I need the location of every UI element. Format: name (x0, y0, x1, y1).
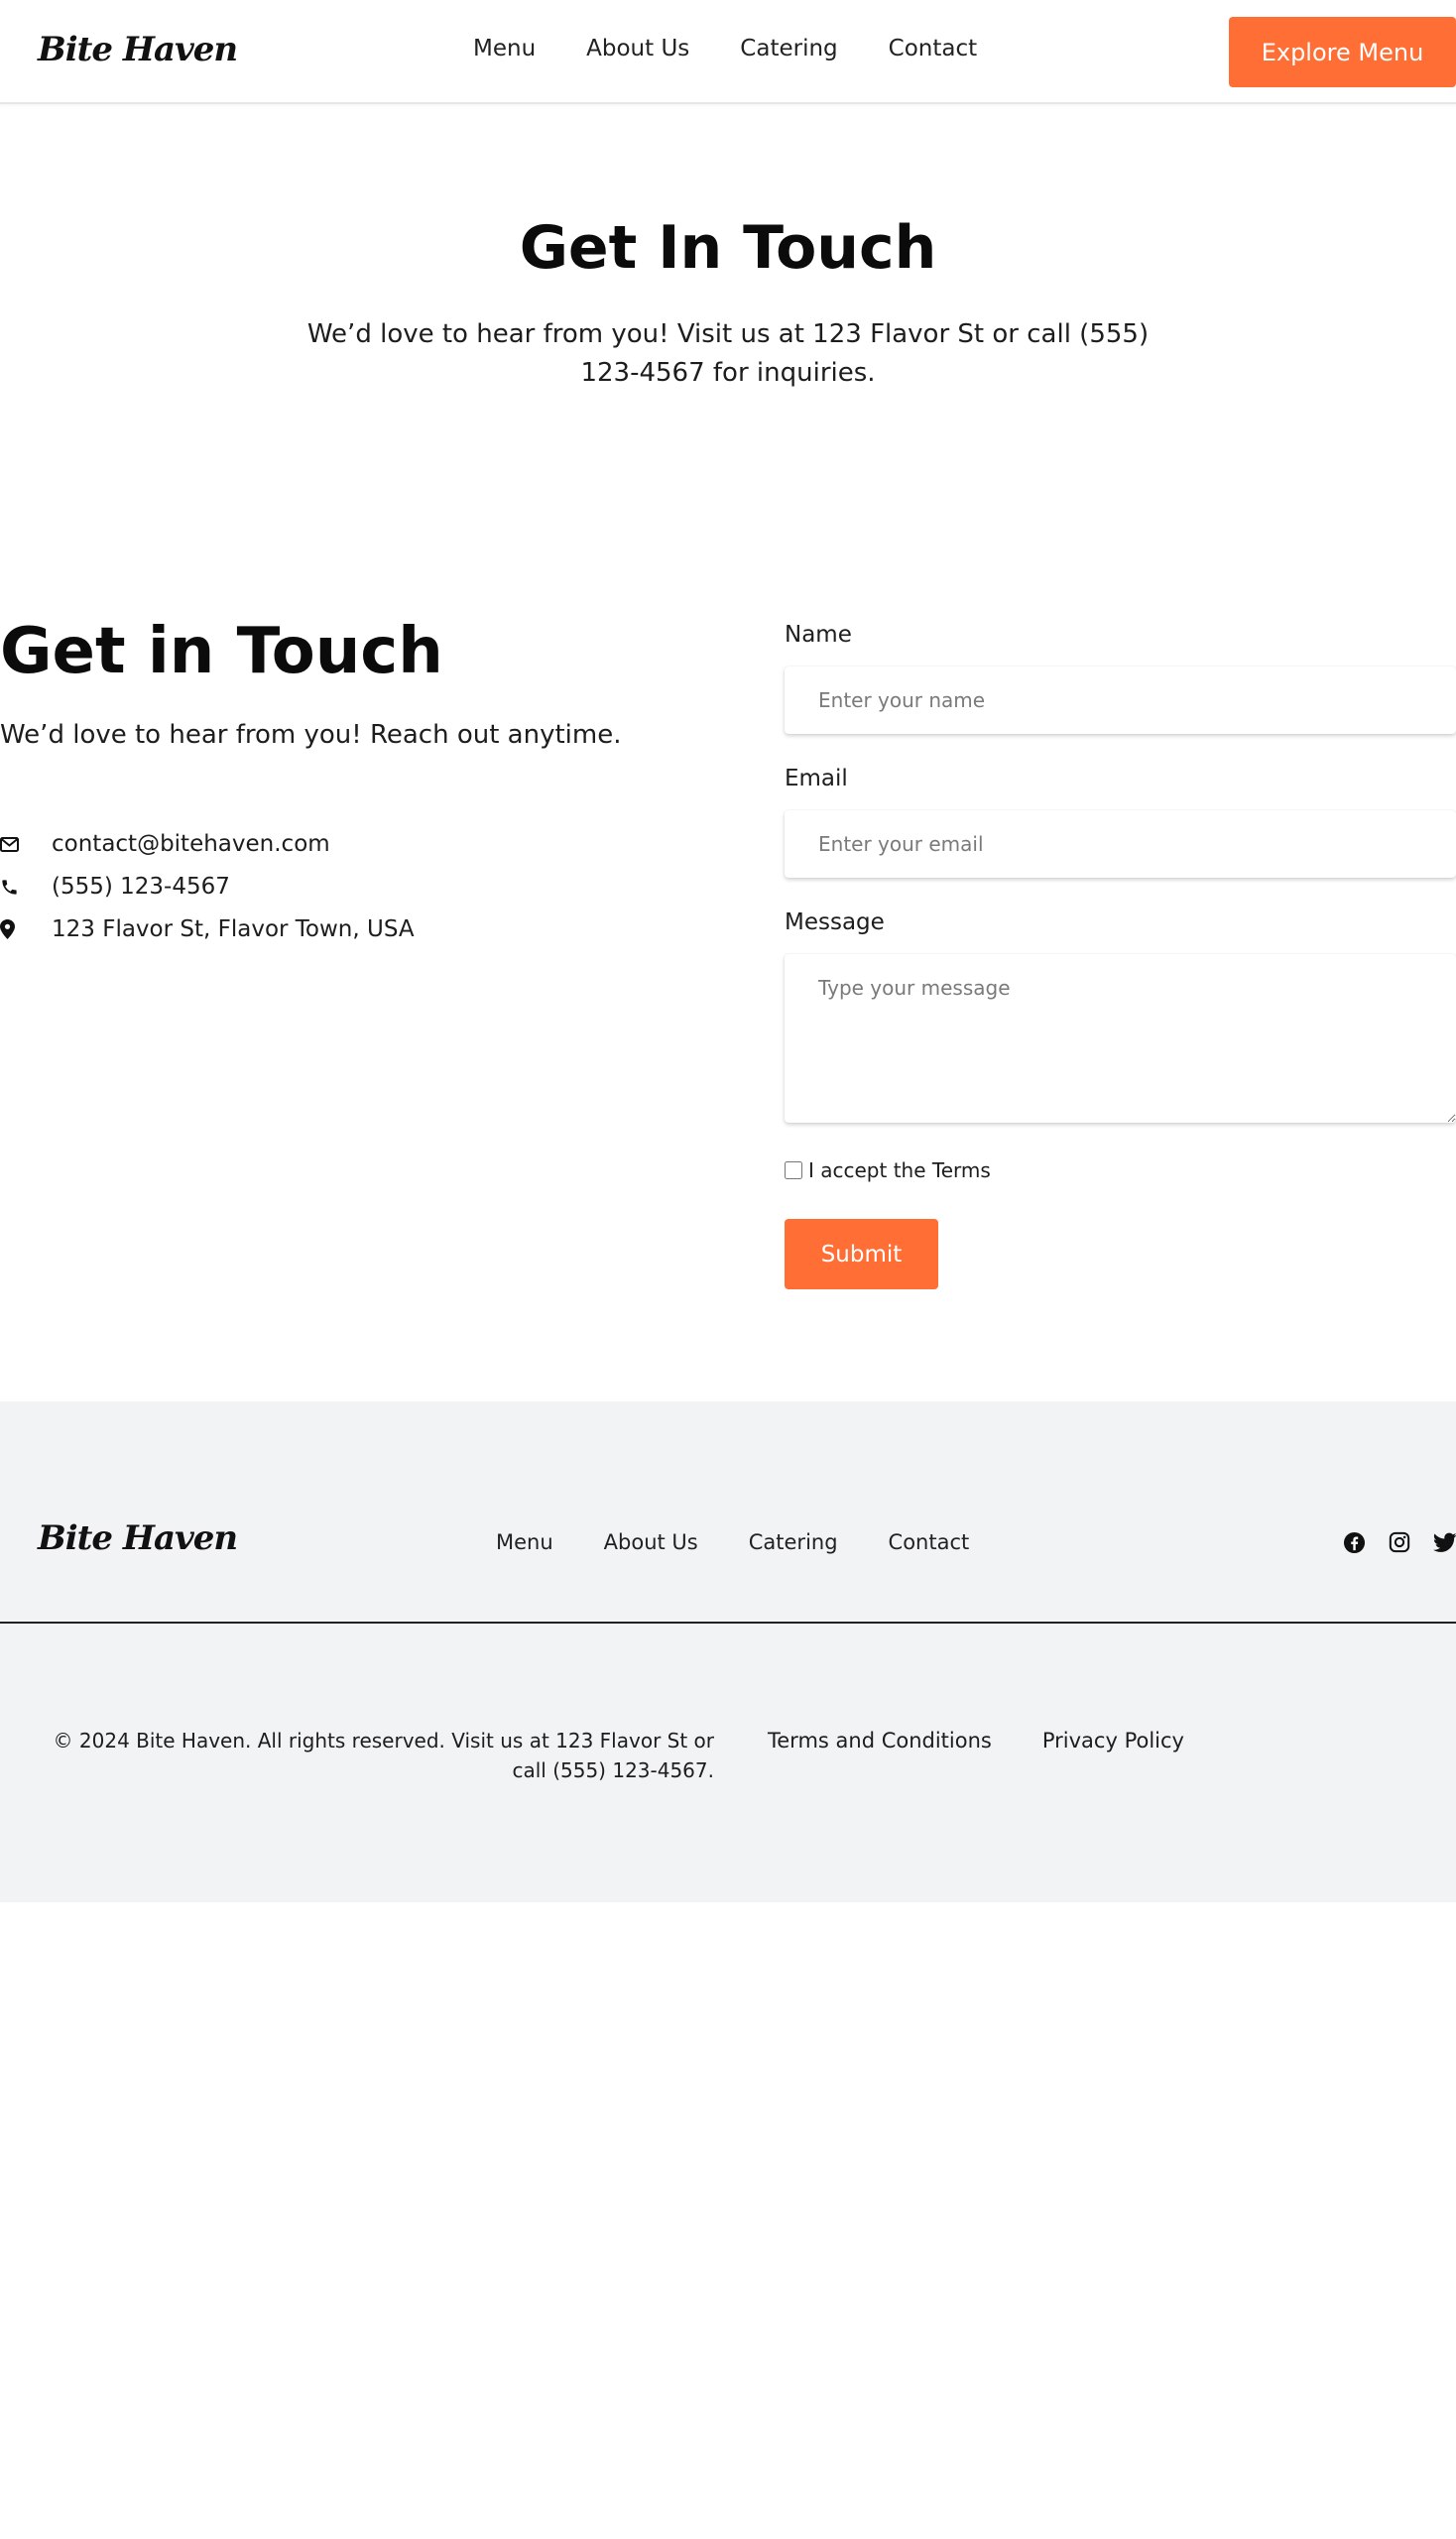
phone-icon (0, 876, 20, 898)
footer-nav: Menu About Us Catering Contact (496, 1530, 969, 1554)
footer-nav-catering[interactable]: Catering (749, 1530, 838, 1554)
facebook-icon[interactable] (1342, 1530, 1366, 1554)
footer-nav-menu[interactable]: Menu (496, 1530, 553, 1554)
terms-checkbox[interactable] (785, 1161, 802, 1179)
submit-button[interactable]: Submit (785, 1219, 938, 1289)
contact-address-row: 123 Flavor St, Flavor Town, USA (0, 916, 415, 942)
contact-address: 123 Flavor St, Flavor Town, USA (52, 916, 415, 942)
contact-subtitle: We’d love to hear from you! Reach out an… (0, 720, 622, 750)
contact-phone-row: (555) 123-4567 (0, 874, 230, 900)
contact-email-row: contact@bitehaven.com (0, 831, 330, 857)
nav-item-catering[interactable]: Catering (740, 36, 837, 61)
hero-title: Get In Touch (519, 213, 937, 283)
copyright-text: © 2024 Bite Haven. All rights reserved. … (53, 1729, 714, 1782)
nav-item-about-us[interactable]: About Us (586, 36, 689, 61)
map-pin-icon (0, 918, 20, 940)
hero-text: We’d love to hear from you! Visit us at … (306, 319, 1150, 388)
nav-item-menu[interactable]: Menu (473, 36, 536, 61)
contact-title: Get in Touch (0, 615, 443, 688)
message-textarea[interactable] (785, 954, 1456, 1123)
site-header: Bite Haven Menu About Us Catering Contac… (0, 0, 1456, 104)
contact-phone[interactable]: (555) 123-4567 (52, 874, 230, 900)
email-label: Email (785, 766, 848, 791)
terms-row: I accept the Terms (785, 1158, 991, 1182)
footer-logo[interactable]: Bite Haven (38, 1518, 238, 1558)
instagram-icon[interactable] (1388, 1530, 1411, 1554)
twitter-icon[interactable] (1433, 1530, 1456, 1554)
nav-item-contact[interactable]: Contact (889, 36, 977, 61)
legal-links: Terms and Conditions Privacy Policy (768, 1726, 1184, 1755)
privacy-policy-link[interactable]: Privacy Policy (1042, 1726, 1184, 1755)
footer-nav-contact[interactable]: Contact (889, 1530, 970, 1554)
email-input[interactable] (785, 810, 1456, 878)
envelope-icon (0, 833, 20, 855)
explore-menu-button[interactable]: Explore Menu (1229, 17, 1456, 87)
footer-divider (0, 1622, 1456, 1624)
terms-and-conditions-link[interactable]: Terms and Conditions (768, 1726, 992, 1755)
footer-nav-about-us[interactable]: About Us (604, 1530, 698, 1554)
site-footer: Bite Haven Menu About Us Catering Contac… (0, 1401, 1456, 1902)
social-links (1342, 1530, 1456, 1554)
contact-email[interactable]: contact@bitehaven.com (52, 831, 330, 857)
name-input[interactable] (785, 666, 1456, 734)
name-label: Name (785, 622, 852, 648)
terms-label[interactable]: I accept the Terms (808, 1158, 991, 1182)
message-label: Message (785, 909, 885, 935)
logo[interactable]: Bite Haven (38, 30, 238, 69)
main-nav: Menu About Us Catering Contact (473, 36, 977, 61)
